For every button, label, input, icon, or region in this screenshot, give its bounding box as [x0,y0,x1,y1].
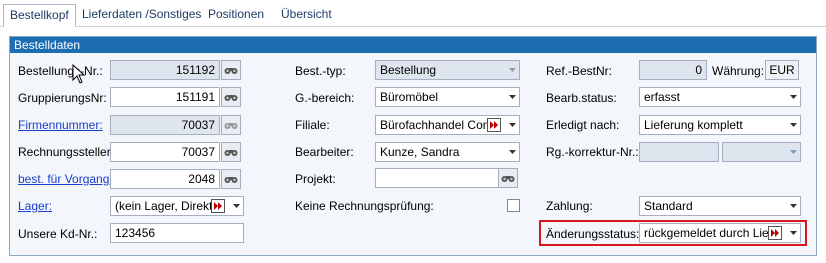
fast-forward-icon[interactable] [487,118,501,132]
bestellungs-nr-label: Bestellungs-Nr.: [18,64,103,78]
gruppierungs-nr-field[interactable]: 151191 [110,87,220,107]
bearbeiter-value: Kunze, Sandra [380,145,460,159]
binoculars-icon[interactable] [498,168,518,188]
firmennummer-link[interactable]: Firmennummer: [18,118,103,132]
erledigt-nach-label: Erledigt nach: [546,118,620,132]
bearbeiter-dropdown[interactable]: Kunze, Sandra [375,142,520,162]
binoculars-icon[interactable] [221,142,241,162]
bearb-status-label: Bearb.status: [546,91,617,105]
keine-rechnungspruefung-checkbox[interactable] [507,199,520,212]
lager-link[interactable]: Lager: [18,199,52,213]
rechnungssteller-label: Rechnungssteller: [18,145,115,159]
unsere-kd-nr-label: Unsere Kd-Nr.: [18,227,98,241]
tab-uebersicht[interactable]: Übersicht [275,4,338,27]
bearb-status-dropdown[interactable]: erfasst [639,87,801,107]
chevron-down-icon[interactable] [786,224,800,242]
binoculars-icon[interactable] [221,115,241,135]
chevron-down-icon[interactable] [505,61,519,79]
lager-dropdown[interactable]: (kein Lager, Direktli [110,196,244,216]
chevron-down-icon[interactable] [229,197,243,215]
bearb-status-value: erfasst [644,90,681,104]
best-fuer-vorgang-link[interactable]: best. für Vorgang: [18,172,113,186]
aenderungsstatus-value: rückgemeldet durch Liefe [644,226,779,240]
rechnungssteller-field[interactable]: 70037 [110,142,220,162]
zahlung-label: Zahlung: [546,199,593,213]
g-bereich-label: G.-bereich: [295,91,355,105]
binoculars-icon[interactable] [221,60,241,80]
binoculars-icon[interactable] [221,169,241,189]
rg-korrektur-nr-field[interactable] [639,142,719,162]
lager-value: (kein Lager, Direktli [115,199,218,213]
g-bereich-dropdown[interactable]: Büromöbel [375,87,520,107]
aenderungsstatus-label: Änderungsstatus: [546,227,640,241]
rg-korrektur-dropdown[interactable] [722,142,801,162]
projekt-field[interactable] [375,168,499,188]
chevron-down-icon[interactable] [505,116,519,134]
filiale-label: Filiale: [295,118,330,132]
best-typ-label: Best.-typ: [295,64,346,78]
zahlung-dropdown[interactable]: Standard [639,196,801,216]
keine-rechnungspruefung-label: Keine Rechnungsprüfung: [295,199,434,213]
chevron-down-icon[interactable] [786,143,800,161]
filiale-value: Bürofachhandel Conc [380,118,496,132]
chevron-down-icon[interactable] [505,88,519,106]
erledigt-nach-dropdown[interactable]: Lieferung komplett [639,115,801,135]
tab-bestellkopf[interactable]: Bestellkopf [3,4,76,27]
section-title: Bestelldaten [10,37,816,53]
tab-lieferdaten[interactable]: Lieferdaten /Sonstiges [76,4,207,27]
ref-best-nr-field[interactable]: 0 [639,60,707,80]
projekt-label: Projekt: [295,172,336,186]
best-typ-value: Bestellung [380,63,437,77]
bestellungs-nr-field[interactable]: 151192 [110,60,220,80]
zahlung-value: Standard [644,199,693,213]
mouse-cursor-icon [72,64,86,84]
chevron-down-icon[interactable] [786,116,800,134]
filiale-dropdown[interactable]: Bürofachhandel Conc [375,115,520,135]
tab-bar: Bestellkopf Lieferdaten /Sonstiges Posit… [0,0,826,27]
chevron-down-icon[interactable] [786,197,800,215]
waehrung-label: Währung: [712,64,765,78]
gruppierungs-nr-label: GruppierungsNr: [18,91,107,105]
chevron-down-icon[interactable] [505,143,519,161]
best-typ-dropdown[interactable]: Bestellung [375,60,520,80]
unsere-kd-nr-field[interactable]: 123456 [110,223,244,243]
rg-korrektur-nr-label: Rg.-korrektur-Nr.: [546,145,639,159]
waehrung-field[interactable]: EUR [765,60,799,80]
best-fuer-vorgang-field[interactable]: 2048 [110,169,220,189]
g-bereich-value: Büromöbel [380,90,439,104]
fast-forward-icon[interactable] [211,199,225,213]
binoculars-icon[interactable] [221,87,241,107]
aenderungsstatus-dropdown[interactable]: rückgemeldet durch Liefe [639,223,801,243]
firmennummer-field[interactable]: 70037 [110,115,220,135]
chevron-down-icon[interactable] [786,88,800,106]
bearbeiter-label: Bearbeiter: [295,145,354,159]
ref-best-nr-label: Ref.-BestNr: [546,64,613,78]
tab-positionen[interactable]: Positionen [202,4,270,27]
fast-forward-icon[interactable] [768,226,782,240]
erledigt-nach-value: Lieferung komplett [644,118,743,132]
